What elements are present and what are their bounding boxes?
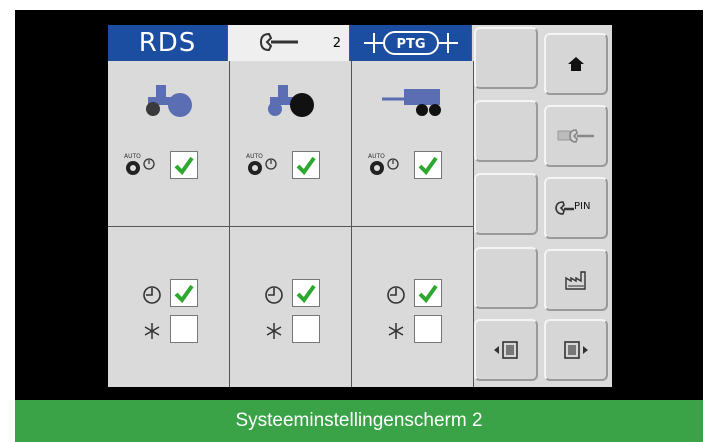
auto-cell-3: AUTO: [352, 61, 473, 227]
wrench-icon: [259, 32, 298, 52]
tractor-icon: [146, 85, 192, 117]
previous-screen-icon: [494, 341, 518, 359]
softkey-blank-1[interactable]: [474, 27, 538, 89]
next-screen-button[interactable]: [544, 319, 608, 381]
ptg-logo-text: PTG: [396, 37, 425, 52]
wrench-header: 2: [228, 25, 350, 61]
auto-checkbox-2[interactable]: [292, 151, 320, 179]
rds-header: RDS: [108, 25, 228, 61]
wrench-pin-icon: PIN: [555, 201, 590, 215]
column-3: AUTO: [352, 61, 474, 387]
svg-text:AUTO: AUTO: [368, 153, 385, 160]
terminal-screen: RDS 2 PTG AUTO AUTO AUTO PIN: [108, 25, 612, 387]
timer-cell-2: [230, 227, 351, 387]
timer-cell-1: [108, 227, 229, 387]
checkmark-icon: [418, 284, 438, 304]
factory-icon: [565, 271, 586, 290]
wrench-pin-button[interactable]: PIN: [544, 177, 608, 239]
timer-checkbox-2[interactable]: [292, 279, 320, 307]
auto-checkbox-3[interactable]: [414, 151, 442, 179]
factory-button[interactable]: [544, 249, 608, 311]
frost-checkbox-3[interactable]: [414, 315, 442, 343]
auto-climate-icon: AUTO: [124, 153, 155, 175]
auto-checkbox-1[interactable]: [170, 151, 198, 179]
checkmark-icon: [418, 156, 438, 176]
frost-icon: [388, 323, 404, 339]
softkey-blank-2[interactable]: [474, 100, 538, 162]
checkmark-icon: [296, 156, 316, 176]
tractor-icon: [268, 85, 314, 117]
screen-caption: Systeeminstellingenscherm 2: [15, 400, 703, 442]
wrench-number: 2: [332, 35, 341, 51]
frost-icon: [144, 323, 160, 339]
softkey-blank-3[interactable]: [474, 173, 538, 235]
frost-checkbox-2[interactable]: [292, 315, 320, 343]
page-frame: RDS 2 PTG AUTO AUTO AUTO PIN Systeeminst…: [0, 0, 718, 442]
clock-icon: [387, 286, 405, 304]
svg-text:AUTO: AUTO: [124, 153, 141, 160]
timer-cell-3: [352, 227, 473, 387]
checkmark-icon: [174, 156, 194, 176]
wrench-settings-button[interactable]: [544, 105, 608, 167]
softkey-blank-4[interactable]: [474, 247, 538, 309]
previous-screen-button[interactable]: [474, 319, 538, 381]
frost-icon: [266, 323, 282, 339]
auto-climate-icon: AUTO: [368, 153, 399, 175]
ptg-header: PTG: [350, 25, 472, 61]
trailer-icon: [382, 89, 441, 116]
timer-checkbox-1[interactable]: [170, 279, 198, 307]
checkmark-icon: [296, 284, 316, 304]
clock-icon: [143, 286, 161, 304]
pin-label: PIN: [574, 201, 590, 212]
checkmark-icon: [174, 284, 194, 304]
home-icon: [568, 57, 584, 71]
auto-cell-2: AUTO: [230, 61, 351, 227]
column-2: AUTO: [230, 61, 352, 387]
timer-checkbox-3[interactable]: [414, 279, 442, 307]
clock-icon: [265, 286, 283, 304]
wrench-settings-icon: [557, 129, 594, 143]
auto-climate-icon: AUTO: [246, 153, 277, 175]
next-screen-icon: [564, 341, 588, 359]
svg-text:AUTO: AUTO: [246, 153, 263, 160]
frost-checkbox-1[interactable]: [170, 315, 198, 343]
column-1: AUTO: [108, 61, 230, 387]
auto-cell-1: AUTO: [108, 61, 229, 227]
home-button[interactable]: [544, 33, 608, 95]
ptg-logo: PTG: [364, 31, 458, 55]
